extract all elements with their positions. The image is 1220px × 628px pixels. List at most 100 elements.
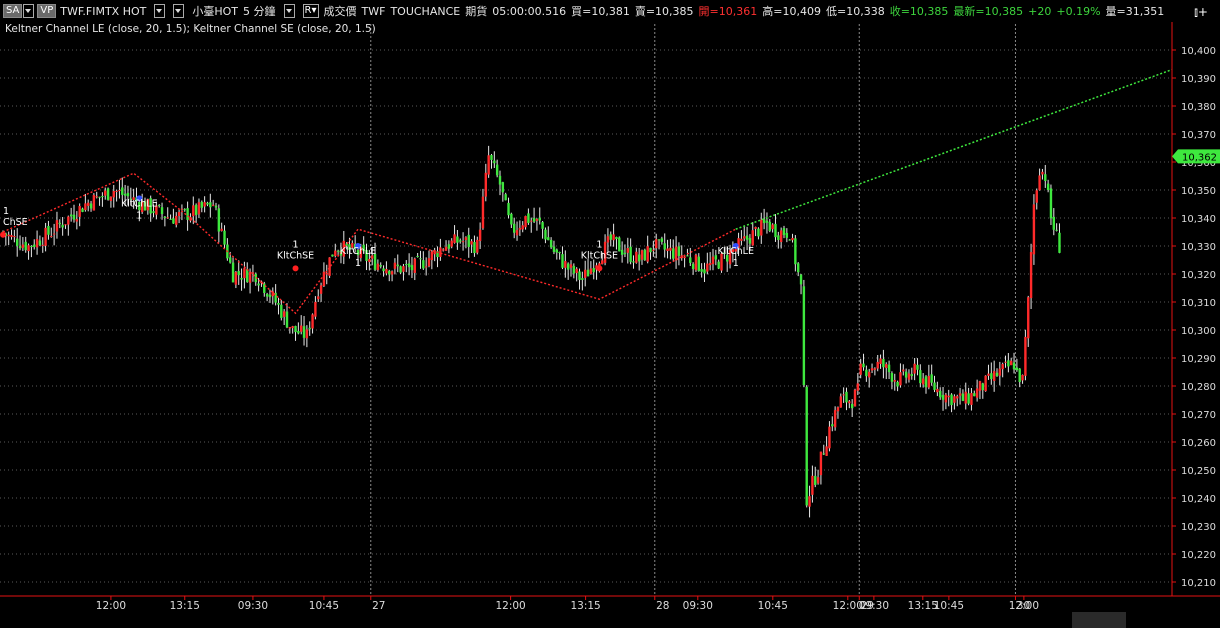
signal-label: KltChLE: [121, 198, 158, 209]
candle-body: [300, 325, 303, 332]
signal-label: KltChLE: [340, 246, 377, 257]
ask-price: 賣=10,385: [634, 5, 694, 18]
candle-body: [16, 238, 19, 246]
candle-body: [788, 239, 791, 241]
candle-body: [50, 235, 53, 237]
candle-body: [893, 380, 896, 382]
candle-body: [777, 235, 780, 241]
candle-body: [81, 208, 84, 212]
candle-body: [652, 249, 655, 251]
candle-body: [55, 220, 59, 232]
symbol-dropdown-icon[interactable]: [154, 4, 166, 18]
candle-body: [237, 271, 240, 276]
sa-dropdown-icon[interactable]: [23, 4, 35, 18]
candle-body: [200, 201, 203, 208]
candle-body: [637, 254, 641, 262]
candle-body: [285, 311, 289, 328]
candle-body: [745, 235, 749, 240]
sa-button[interactable]: SA: [3, 4, 23, 18]
x-tick-label: 10:45: [934, 600, 964, 612]
candle-body: [924, 376, 928, 388]
y-tick-label: 10,390: [1181, 74, 1216, 85]
signal-label: KltChSE: [277, 250, 314, 261]
signal-count: 1: [3, 206, 9, 217]
candle-body: [175, 215, 178, 225]
short-entry-marker: [0, 231, 6, 238]
candle-body: [1055, 229, 1058, 231]
candle-body: [700, 269, 703, 272]
high-price: 高=10,409: [762, 5, 821, 18]
y-tick-label: 10,290: [1181, 354, 1216, 365]
panel-toggle-icon[interactable]: ⫾+: [1194, 5, 1208, 20]
candle-body: [214, 205, 218, 208]
candle-body: [797, 263, 800, 273]
candle-body: [933, 382, 936, 390]
candle-body: [572, 265, 576, 274]
price-type-label: 成交價: [323, 5, 357, 18]
candle-body: [186, 208, 189, 220]
candle-body: [530, 220, 533, 222]
candle-body: [760, 219, 763, 236]
candle-body: [211, 204, 215, 206]
candle-body: [899, 372, 902, 386]
time-axis[interactable]: 12:00 13:15 27 09:30 10:45 12:00 13:15 28 09:30 1…: [0, 595, 1220, 628]
candle-body: [592, 268, 595, 273]
candle-body: [802, 286, 806, 386]
interval-dropdown-icon[interactable]: [283, 4, 295, 18]
y-tick-label: 10,310: [1181, 298, 1216, 309]
price-axis[interactable]: 10,210 10,220 10,230 10,240 10,250 10,260 10,2…: [1171, 0, 1220, 596]
list-dropdown-icon[interactable]: [173, 4, 185, 18]
candle-body: [606, 236, 610, 243]
signal-count: 1: [292, 239, 298, 250]
candle-body: [544, 229, 547, 240]
candle-body: [112, 191, 115, 198]
candle-body: [941, 394, 945, 400]
candle-body: [282, 311, 286, 317]
candle-body: [92, 194, 96, 211]
candle-body: [964, 391, 967, 404]
candle-body: [33, 244, 36, 247]
candle-body: [1052, 216, 1055, 230]
grid-lines: [0, 0, 1172, 596]
candle-body: [413, 258, 416, 273]
candle-body: [649, 247, 652, 253]
candle-body: [246, 269, 249, 283]
candle-body: [163, 216, 167, 219]
candle-body: [848, 401, 851, 404]
candle-body: [564, 261, 567, 268]
candle-body: [1024, 336, 1027, 376]
symbol-label[interactable]: TWF.FIMTX HOT: [60, 5, 146, 18]
candle-body: [501, 182, 505, 193]
y-tick-label: 10,330: [1181, 242, 1216, 253]
volume-label: 量=31,351: [1105, 5, 1165, 18]
candle-body: [183, 209, 186, 211]
candle-body: [870, 368, 874, 371]
candle-body: [569, 264, 573, 268]
candle-body: [58, 222, 61, 225]
interval-label: 5 分鐘: [243, 5, 276, 18]
candle-body: [419, 258, 422, 260]
candle-body: [87, 202, 90, 206]
candle-body: [740, 238, 743, 241]
vp-button[interactable]: VP: [37, 4, 57, 18]
candle-body: [816, 477, 820, 484]
candle-body: [850, 403, 854, 409]
signal-count: 1: [136, 210, 142, 221]
candle-body: [717, 261, 720, 269]
candle-body: [13, 236, 16, 238]
bid-price: 買=10,381: [571, 5, 630, 18]
candle-body: [584, 269, 587, 278]
candle-body: [873, 368, 877, 370]
signal-label: KltChLE: [717, 246, 754, 257]
candle-body: [158, 205, 161, 207]
candle-body: [388, 270, 391, 275]
candle-body: [197, 202, 201, 215]
price-type-button[interactable]: R▾: [302, 4, 319, 18]
candle-body: [439, 247, 442, 257]
price-chart[interactable]: ChSE1KltChLE1KltChSE1KltChLE1KltChSE1Klt…: [0, 0, 1220, 628]
candle-body: [1046, 183, 1050, 190]
candle-body: [467, 234, 470, 247]
candle-body: [476, 239, 479, 253]
candle-body: [973, 393, 976, 397]
candle-body: [464, 237, 468, 241]
